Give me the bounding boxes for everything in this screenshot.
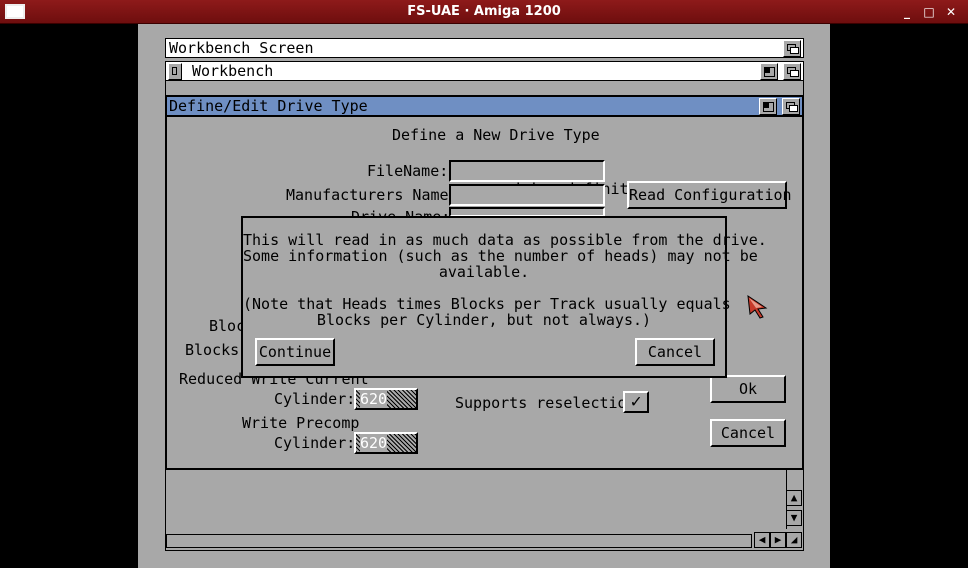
minimize-button[interactable]: _ [898,4,916,20]
form-heading: Define a New Drive Type [392,126,600,144]
requester-line-1: This will read in as much data as possib… [243,231,767,249]
continue-button[interactable]: Continue [255,338,335,366]
reduced-cylinder-label: Cylinder: [274,390,356,408]
requester-line-6: Blocks per Cylinder, but not always.) [316,311,652,329]
define-zoom-gadget[interactable] [759,98,777,115]
workbench-title: Workbench [192,62,274,80]
read-configuration-button[interactable]: Read Configuration [627,181,792,209]
screen-title: Workbench Screen [169,39,314,57]
workbench-titlebar[interactable]: Workbench [165,61,804,81]
define-drive-title: Define/Edit Drive Type [169,97,368,115]
ok-button[interactable]: Ok [710,375,786,403]
precomp-cylinder-label: Cylinder: [274,434,356,452]
workbench-close-gadget[interactable] [168,63,182,80]
supports-reselection-label: Supports reselection [455,394,636,412]
manufacturer-field[interactable] [449,184,605,206]
requester-line-5: (Note that Heads times Blocks per Track … [243,295,731,313]
cancel-button[interactable]: Cancel [710,419,786,447]
scroll-left-arrow-icon[interactable]: ◀ [754,532,770,548]
define-depth-gadget[interactable] [782,98,800,115]
filename-field[interactable]: drive definitions [449,160,665,198]
amiga-screen: Workbench Screen Workbench ▲ ▼ ◀ ▶ ◢ Def… [138,24,830,568]
horizontal-scrollbar[interactable] [166,534,752,548]
workbench-depth-gadget[interactable] [783,63,801,80]
maximize-button[interactable]: □ [920,4,938,20]
supports-reselection-checkbox[interactable]: ✓ [623,391,649,413]
reduced-cylinder-field[interactable]: 620 [354,388,418,410]
host-titlebar: FS-UAE · Amiga 1200 _ □ ✕ [0,0,968,24]
filename-label: FileName: [367,162,449,180]
requester-line-3: available. [438,263,530,281]
host-window-title: FS-UAE · Amiga 1200 [407,4,561,19]
scroll-up-arrow-icon[interactable]: ▲ [786,490,802,506]
define-drive-titlebar[interactable]: Define/Edit Drive Type [167,97,802,117]
blocks-label-2: Blocks [185,341,240,359]
mouse-pointer-icon [747,294,768,319]
scroll-down-arrow-icon[interactable]: ▼ [786,510,802,526]
screen-titlebar[interactable]: Workbench Screen [165,38,804,58]
screen-depth-gadget[interactable] [783,40,801,57]
requester-line-2: Some information (such as the number of … [243,247,758,265]
manufacturer-label: Manufacturers Name: [286,186,458,204]
precomp-cylinder-field[interactable]: 620 [354,432,418,454]
scroll-right-arrow-icon[interactable]: ▶ [770,532,786,548]
requester-cancel-button[interactable]: Cancel [635,338,715,366]
workbench-zoom-gadget[interactable] [760,63,778,80]
resize-gadget-icon[interactable]: ◢ [786,532,802,548]
write-precomp-label: Write Precomp [242,414,360,432]
close-button[interactable]: ✕ [942,4,960,20]
read-configuration-requester: This will read in as much data as possib… [241,216,767,378]
blocks-label-1: Bloc [209,317,246,335]
